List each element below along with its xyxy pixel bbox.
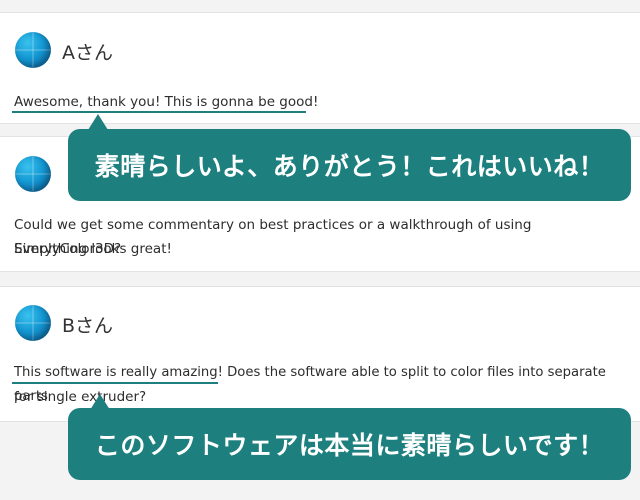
comment-username[interactable]: Aさん — [62, 38, 113, 65]
user-avatar-icon[interactable] — [15, 156, 51, 192]
comment-underline — [12, 382, 218, 384]
callout-tail — [88, 114, 108, 130]
comment-text-line-2: Everything looks great! — [14, 241, 172, 257]
translation-callout: 素晴らしいよ、ありがとう！これはいいね！ — [68, 129, 631, 201]
comment-card-1: Aさん Awesome, thank you! This is gonna be… — [0, 12, 640, 124]
comment-username[interactable]: Bさん — [62, 311, 113, 338]
user-avatar-icon[interactable] — [15, 32, 51, 68]
translation-callout: このソフトウェアは本当に素晴らしいです！ — [68, 408, 631, 480]
user-avatar-icon[interactable] — [15, 305, 51, 341]
comment-underline — [12, 111, 306, 113]
